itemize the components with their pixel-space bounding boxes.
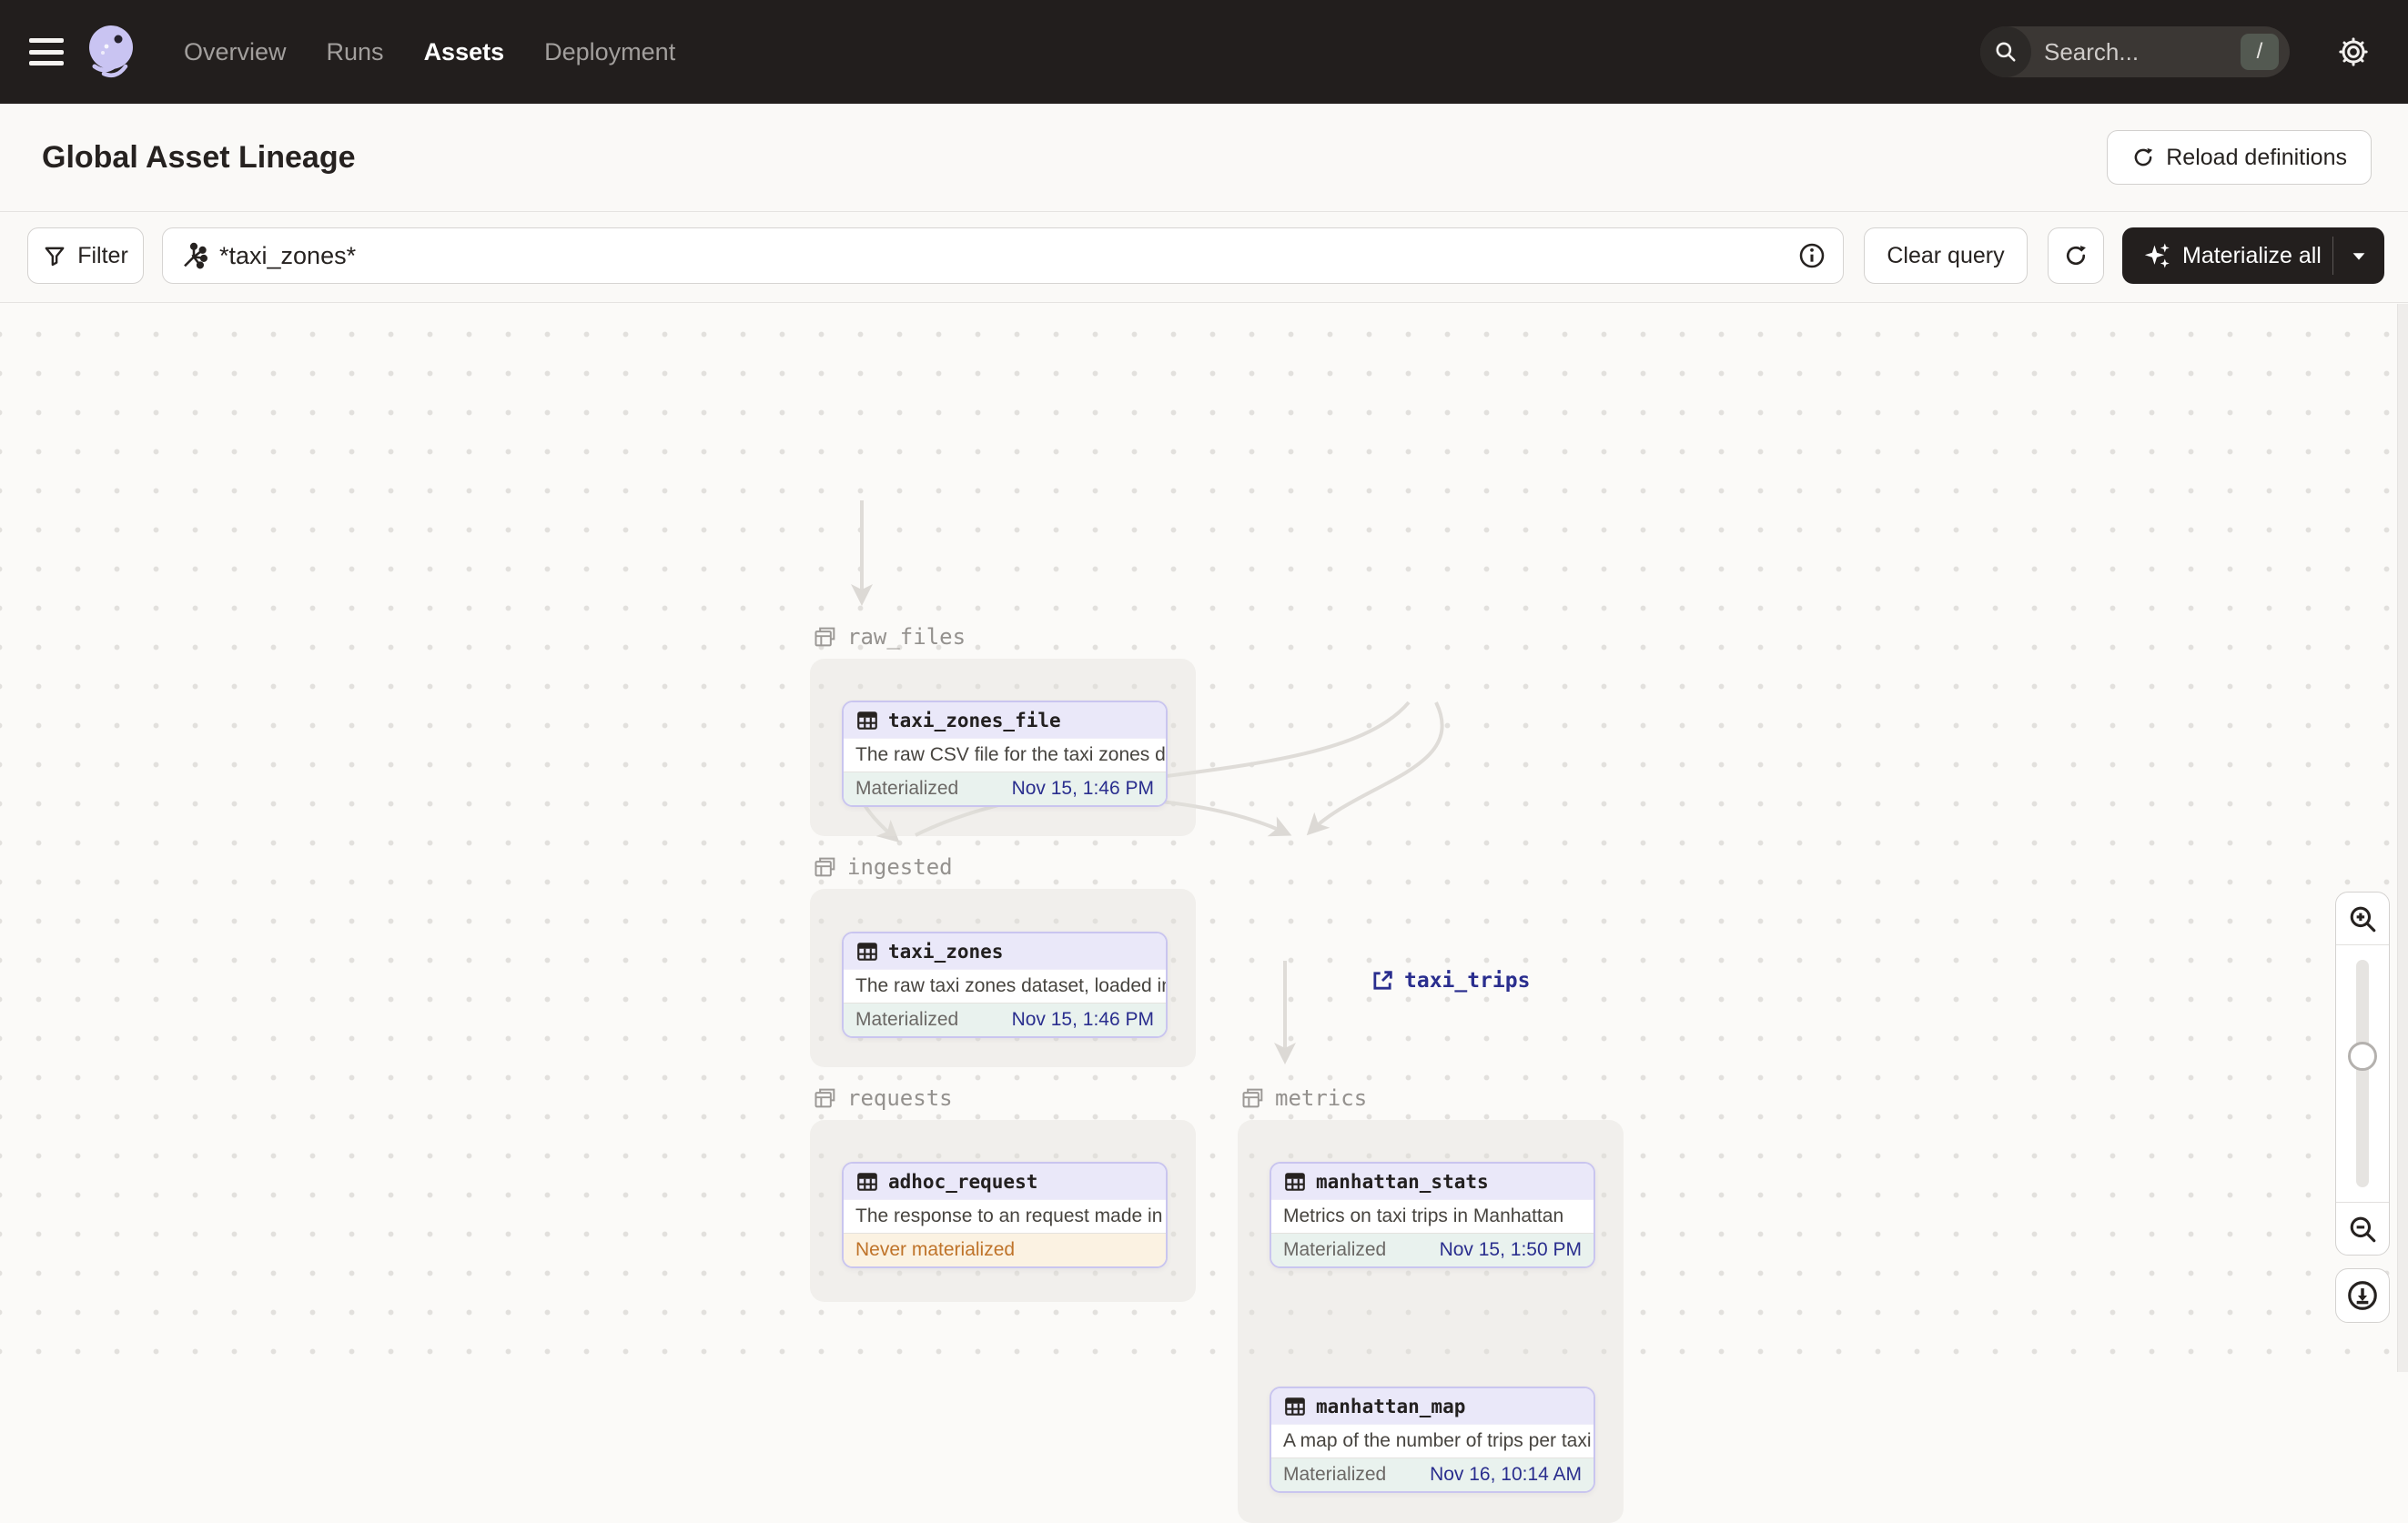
asset-status-row: Never materialized xyxy=(844,1233,1166,1266)
materialization-timestamp[interactable]: Nov 15, 1:46 PM xyxy=(1012,778,1154,800)
asset-name: adhoc_request xyxy=(888,1170,1038,1193)
materialization-timestamp[interactable]: Nov 15, 1:46 PM xyxy=(1012,1009,1154,1031)
external-asset-taxi-trips[interactable]: taxi_trips xyxy=(1370,968,1530,993)
tab-assets[interactable]: Assets xyxy=(424,38,505,66)
search-placeholder: Search... xyxy=(2044,37,2140,66)
sparkles-icon xyxy=(2144,243,2170,268)
search-input[interactable]: Search... / xyxy=(1980,26,2290,77)
refresh-icon xyxy=(2066,246,2086,266)
lineage-toolbar: Filter Clear query Materialize all xyxy=(0,212,2408,303)
vertical-scrollbar[interactable] xyxy=(2397,304,2408,1372)
zoom-in-icon xyxy=(2350,906,2376,932)
filter-funnel-icon xyxy=(45,247,65,267)
asset-node-manhattan-stats[interactable]: manhattan_stats Metrics on taxi trips in… xyxy=(1270,1162,1595,1268)
group-label-metrics[interactable]: metrics xyxy=(1240,1085,1367,1111)
status-label: Materialized xyxy=(855,778,959,799)
zoom-in-button[interactable] xyxy=(2336,893,2389,945)
asset-node-adhoc-request[interactable]: adhoc_request The response to an request… xyxy=(842,1162,1168,1268)
zoom-slider-track[interactable] xyxy=(2356,960,2369,1187)
tab-overview[interactable]: Overview xyxy=(184,38,287,66)
group-label-requests[interactable]: requests xyxy=(813,1085,953,1111)
external-link-icon xyxy=(1373,971,1392,990)
asset-status-row: Materialized Nov 15, 1:46 PM xyxy=(844,1003,1166,1036)
status-label: Materialized xyxy=(1283,1239,1387,1260)
zoom-out-button[interactable] xyxy=(2336,1202,2389,1255)
table-icon xyxy=(1285,1397,1305,1416)
asset-query-box xyxy=(162,227,1844,284)
reload-icon xyxy=(2134,147,2153,166)
clear-query-button[interactable]: Clear query xyxy=(1864,227,2028,284)
materialize-dropdown-caret[interactable] xyxy=(2333,246,2384,266)
tab-deployment[interactable]: Deployment xyxy=(544,38,675,66)
tab-runs[interactable]: Runs xyxy=(327,38,384,66)
asset-description: Metrics on taxi trips in Manhattan xyxy=(1271,1199,1594,1233)
asset-description: A map of the number of trips per taxi z.… xyxy=(1271,1424,1594,1457)
asset-status-row: Materialized Nov 16, 10:14 AM xyxy=(1271,1457,1594,1491)
table-icon xyxy=(857,711,877,730)
refresh-graph-button[interactable] xyxy=(2048,227,2104,284)
query-info-icon[interactable] xyxy=(1797,241,1826,270)
materialize-all-button[interactable]: Materialize all xyxy=(2122,227,2384,284)
table-icon xyxy=(857,1172,877,1191)
top-nav: Overview Runs Assets Deployment Search..… xyxy=(0,0,2408,104)
dagster-logo-icon[interactable] xyxy=(84,23,142,81)
status-label: Never materialized xyxy=(855,1239,1016,1260)
group-tables-icon xyxy=(814,857,835,877)
asset-description: The raw CSV file for the taxi zones dat.… xyxy=(844,738,1166,772)
page-title: Global Asset Lineage xyxy=(42,139,356,175)
settings-gear-icon[interactable] xyxy=(2333,32,2373,72)
download-icon xyxy=(2348,1281,2377,1310)
asset-node-taxi-zones-file[interactable]: taxi_zones_file The raw CSV file for the… xyxy=(842,701,1168,807)
filter-button[interactable]: Filter xyxy=(27,227,144,284)
nav-tabs: Overview Runs Assets Deployment xyxy=(184,38,675,66)
asset-node-manhattan-map[interactable]: manhattan_map A map of the number of tri… xyxy=(1270,1387,1595,1493)
materialization-timestamp[interactable]: Nov 15, 1:50 PM xyxy=(1440,1239,1582,1261)
asset-description: The raw taxi zones dataset, loaded int..… xyxy=(844,969,1166,1003)
search-icon xyxy=(1980,26,2031,77)
download-graph-button[interactable] xyxy=(2335,1268,2390,1323)
asset-name: manhattan_map xyxy=(1316,1395,1466,1417)
asset-description: The response to an request made in th... xyxy=(844,1199,1166,1233)
asset-name: manhattan_stats xyxy=(1316,1170,1489,1193)
status-label: Materialized xyxy=(855,1009,959,1030)
zoom-controls xyxy=(2335,892,2390,1256)
table-icon xyxy=(857,942,877,961)
menu-icon[interactable] xyxy=(29,38,64,66)
asset-node-taxi-zones[interactable]: taxi_zones The raw taxi zones dataset, l… xyxy=(842,932,1168,1038)
table-icon xyxy=(1285,1172,1305,1191)
page-header: Global Asset Lineage Reload definitions xyxy=(0,104,2408,212)
group-tables-icon xyxy=(814,1088,835,1108)
group-label-ingested[interactable]: ingested xyxy=(813,854,953,880)
group-label-raw-files[interactable]: raw_files xyxy=(813,624,966,650)
asset-name: taxi_zones_file xyxy=(888,709,1061,731)
materialization-timestamp[interactable]: Nov 16, 10:14 AM xyxy=(1430,1464,1582,1486)
reload-definitions-button[interactable]: Reload definitions xyxy=(2107,130,2372,185)
zoom-out-icon xyxy=(2350,1216,2376,1242)
asset-graph-icon xyxy=(184,242,208,269)
group-tables-icon xyxy=(814,627,835,647)
lineage-edges xyxy=(851,500,1444,1064)
asset-status-row: Materialized Nov 15, 1:46 PM xyxy=(844,772,1166,805)
zoom-slider-thumb[interactable] xyxy=(2348,1042,2377,1071)
asset-name: taxi_zones xyxy=(888,940,1004,963)
chevron-down-icon xyxy=(2352,253,2365,260)
search-shortcut-badge: / xyxy=(2241,34,2279,70)
asset-query-input[interactable] xyxy=(219,241,1797,270)
status-label: Materialized xyxy=(1283,1464,1387,1485)
lineage-canvas[interactable]: raw_files ingested requests metrics taxi… xyxy=(0,304,2408,1523)
zoom-slider[interactable] xyxy=(2336,945,2389,1202)
group-tables-icon xyxy=(1242,1088,1263,1108)
asset-status-row: Materialized Nov 15, 1:50 PM xyxy=(1271,1233,1594,1266)
